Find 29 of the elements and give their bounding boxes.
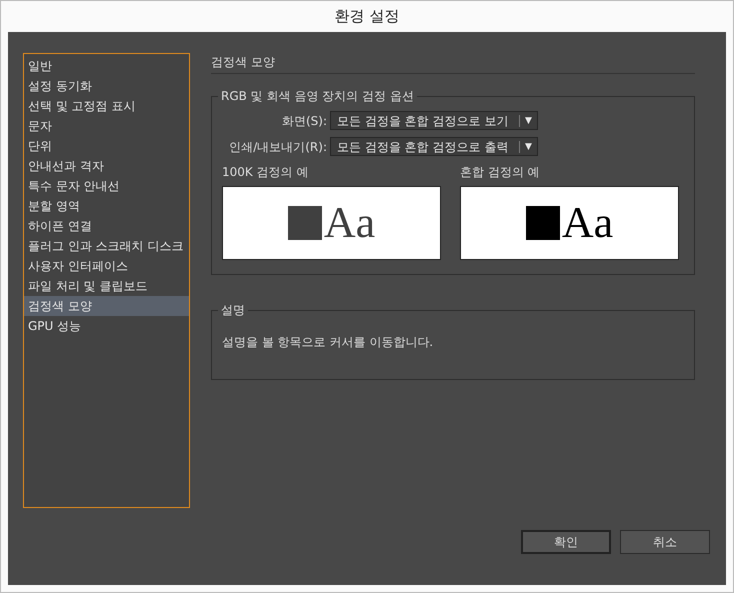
category-item[interactable]: 문자 bbox=[24, 116, 189, 136]
category-item[interactable]: 단위 bbox=[24, 136, 189, 156]
category-item[interactable]: 플러그 인과 스크래치 디스크 bbox=[24, 236, 189, 256]
category-item[interactable]: 선택 및 고정점 표시 bbox=[24, 96, 189, 116]
sample-text: Aa bbox=[562, 201, 614, 245]
field-label: 인쇄/내보내기(R): bbox=[228, 138, 328, 156]
category-item[interactable]: 검정색 모양 bbox=[24, 296, 189, 316]
dropdown[interactable]: 모든 검정을 혼합 검정으로 보기 ▼ bbox=[330, 111, 538, 130]
category-item[interactable]: 안내선과 격자 bbox=[24, 156, 189, 176]
sample-text: Aa bbox=[324, 201, 376, 245]
sample-label: 100K 검정의 예 bbox=[222, 164, 310, 181]
ok-button[interactable]: 확인 bbox=[521, 530, 611, 554]
group-legend: 설명 bbox=[218, 302, 248, 318]
field-label: 화면(S): bbox=[280, 112, 328, 130]
sample-label: 혼합 검정의 예 bbox=[460, 164, 541, 181]
section-title: 검정색 모양 bbox=[211, 53, 695, 74]
category-item[interactable]: 하이픈 연결 bbox=[24, 216, 189, 236]
cancel-button[interactable]: 취소 bbox=[620, 530, 710, 554]
category-item[interactable]: GPU 성능 bbox=[24, 316, 189, 336]
description-text: 설명을 볼 항목으로 커서를 이동합니다. bbox=[222, 335, 434, 349]
category-item[interactable]: 사용자 인터페이스 bbox=[24, 256, 189, 276]
window-title: 환경 설정 bbox=[334, 6, 400, 27]
category-item[interactable]: 분할 영역 bbox=[24, 196, 189, 216]
group-legend: RGB 및 회색 음영 장치의 검정 옵션 bbox=[218, 88, 417, 104]
category-item[interactable]: 설정 동기화 bbox=[24, 76, 189, 96]
category-item[interactable]: 일반 bbox=[24, 56, 189, 76]
category-item[interactable]: 특수 문자 안내선 bbox=[24, 176, 189, 196]
category-item[interactable]: 파일 처리 및 클립보드 bbox=[24, 276, 189, 296]
dropdown[interactable]: 모든 검정을 혼합 검정으로 출력 ▼ bbox=[330, 137, 538, 156]
